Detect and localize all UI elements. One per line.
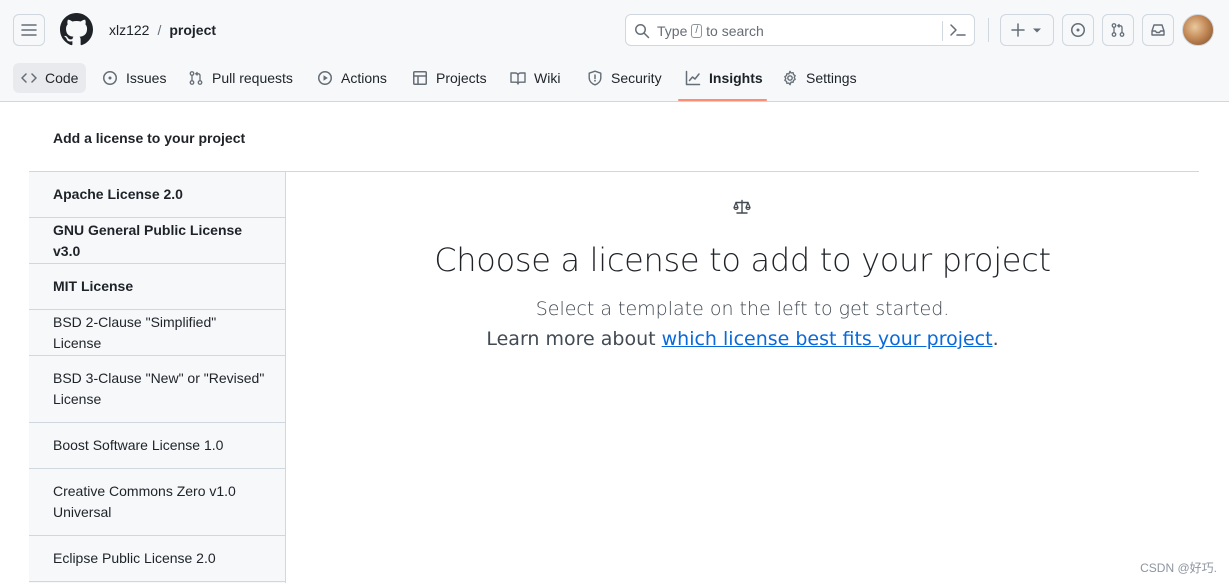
user-avatar[interactable] [1182, 14, 1214, 46]
hamburger-icon [21, 24, 37, 36]
search-divider [942, 21, 943, 41]
breadcrumb: xlz122 / project [109, 20, 216, 40]
issue-icon [103, 71, 117, 85]
pull-requests-button[interactable] [1102, 14, 1134, 46]
breadcrumb-separator: / [157, 22, 162, 38]
github-logo-icon[interactable] [60, 13, 93, 46]
license-item-boost[interactable]: Boost Software License 1.0 [29, 423, 285, 469]
tab-security[interactable]: Security [579, 63, 670, 93]
create-new-button[interactable] [1000, 14, 1054, 46]
search-placeholder-prefix: Type [657, 23, 688, 39]
menu-button[interactable] [13, 14, 45, 46]
shield-icon [588, 70, 602, 86]
triangle-down-icon [1033, 28, 1041, 33]
tab-code-label: Code [45, 70, 79, 86]
breadcrumb-owner-link[interactable]: xlz122 [109, 20, 149, 40]
law-icon [733, 199, 751, 214]
tab-wiki-label: Wiki [534, 70, 561, 86]
blankslate-heading: Choose a license to add to your project [434, 241, 1051, 279]
tab-settings[interactable]: Settings [774, 63, 865, 93]
license-chooser-blankslate: Choose a license to add to your project … [286, 172, 1199, 583]
license-item-apache[interactable]: Apache License 2.0 [29, 172, 285, 218]
active-tab-indicator [678, 99, 767, 101]
graph-icon [685, 70, 701, 86]
tab-actions[interactable]: Actions [309, 63, 395, 93]
license-item-bsd2[interactable]: BSD 2-Clause "Simplified" License [29, 310, 285, 356]
tab-code[interactable]: Code [13, 63, 87, 93]
blankslate-subtitle: Select a template on the left to get sta… [535, 298, 950, 320]
book-icon [510, 72, 526, 85]
page-header: Add a license to your project [29, 102, 1199, 172]
main-content: Add a license to your project Apache Lic… [29, 102, 1199, 583]
tab-pull-requests-label: Pull requests [212, 70, 293, 86]
license-item-bsd3[interactable]: BSD 3-Clause "New" or "Revised" License [29, 356, 285, 423]
table-icon [413, 71, 427, 85]
tab-wiki[interactable]: Wiki [502, 63, 568, 93]
app-header: xlz122 / project Type / to search Code I… [0, 0, 1229, 102]
tab-projects[interactable]: Projects [404, 63, 495, 93]
learn-more-suffix: . [992, 328, 999, 350]
gear-icon [784, 70, 796, 86]
git-pull-request-icon [1111, 23, 1125, 37]
repo-nav: Code Issues Pull requests Actions Projec… [0, 60, 1229, 102]
tab-issues[interactable]: Issues [94, 63, 174, 93]
tab-actions-label: Actions [341, 70, 387, 86]
play-icon [318, 71, 332, 85]
tab-projects-label: Projects [436, 70, 487, 86]
code-icon [21, 73, 37, 83]
tab-pull-requests[interactable]: Pull requests [180, 63, 301, 93]
learn-more-prefix: Learn more about [486, 328, 662, 350]
license-item-gpl3[interactable]: GNU General Public License v3.0 [29, 218, 285, 264]
inbox-icon [1151, 24, 1165, 36]
header-divider [988, 18, 989, 42]
issue-opened-icon [1071, 23, 1085, 37]
tab-security-label: Security [611, 70, 662, 86]
inbox-button[interactable] [1142, 14, 1174, 46]
tab-settings-label: Settings [806, 70, 857, 86]
watermark: CSDN @好巧. [1140, 561, 1217, 575]
search-placeholder: Type / to search [657, 22, 764, 40]
license-item-mit[interactable]: MIT License [29, 264, 285, 310]
license-list: Apache License 2.0 GNU General Public Li… [29, 172, 286, 583]
search-input[interactable]: Type / to search [625, 14, 975, 46]
tab-insights-label: Insights [709, 70, 763, 86]
page-title: Add a license to your project [53, 130, 246, 146]
breadcrumb-repo-link[interactable]: project [169, 20, 216, 40]
search-placeholder-suffix: to search [706, 23, 764, 39]
pull-request-icon [189, 71, 203, 85]
license-item-epl2[interactable]: Eclipse Public License 2.0 [29, 536, 285, 582]
command-palette-icon[interactable] [949, 22, 967, 38]
license-help-link[interactable]: which license best fits your project [662, 328, 993, 350]
license-item-cc0[interactable]: Creative Commons Zero v1.0 Universal [29, 469, 285, 536]
plus-icon [1011, 23, 1025, 37]
issues-button[interactable] [1062, 14, 1094, 46]
blankslate-learn-more: Learn more about which license best fits… [286, 326, 1199, 352]
tab-issues-label: Issues [126, 70, 167, 86]
search-icon [635, 24, 650, 39]
search-shortcut-key: / [691, 24, 703, 38]
tab-insights[interactable]: Insights [677, 63, 771, 93]
top-bar: xlz122 / project Type / to search [0, 0, 1229, 58]
